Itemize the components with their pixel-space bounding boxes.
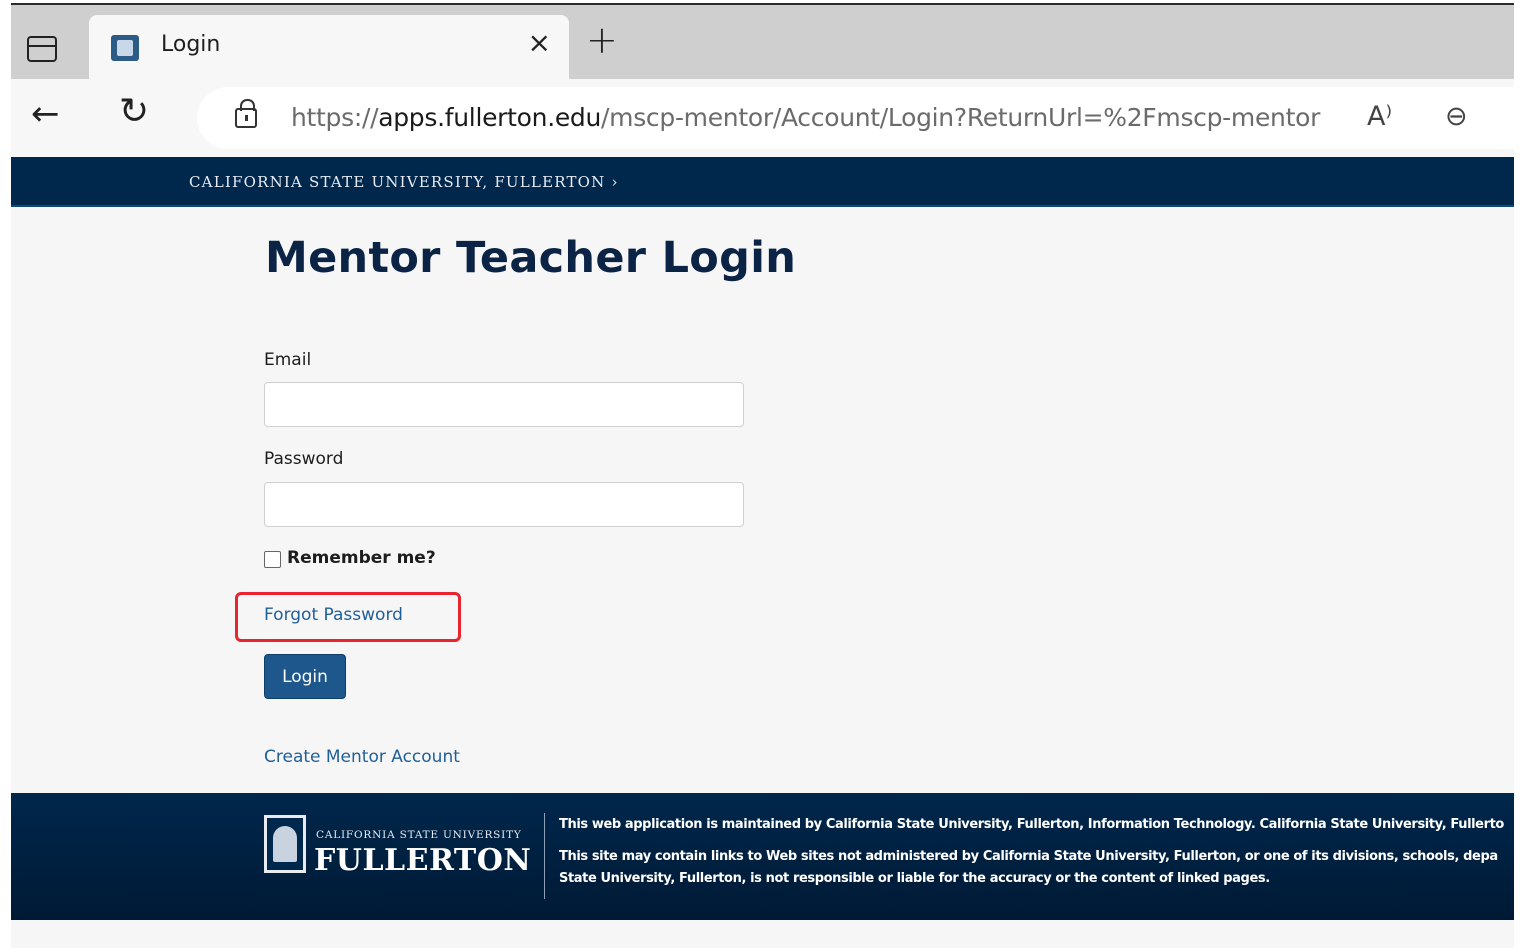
footer-disclaimer-line-1: This site may contain links to Web sites… bbox=[559, 849, 1498, 864]
remember-me-checkbox[interactable] bbox=[264, 551, 281, 568]
tab-actions-icon[interactable] bbox=[27, 36, 57, 62]
footer-logo-subtitle: CALIFORNIA STATE UNIVERSITY bbox=[316, 829, 522, 841]
navigation-bar: ← ↻ https://apps.fullerton.edu/mscp-ment… bbox=[11, 79, 1514, 157]
tab-strip: Login × + bbox=[11, 5, 1514, 79]
page-title: Mentor Teacher Login bbox=[265, 233, 797, 283]
footer-maintenance-text: This web application is maintained by Ca… bbox=[559, 817, 1504, 832]
password-label: Password bbox=[264, 449, 344, 469]
csuf-seal-icon bbox=[264, 815, 306, 873]
close-icon[interactable]: × bbox=[528, 29, 551, 57]
new-tab-icon[interactable]: + bbox=[586, 21, 618, 59]
url-path: /mscp-mentor/Account/Login?ReturnUrl=%2F… bbox=[601, 103, 1321, 132]
footer-logo-title: FULLERTON bbox=[314, 843, 532, 878]
favicon-icon bbox=[111, 35, 139, 61]
password-field[interactable] bbox=[264, 482, 744, 527]
url-scheme: https:// bbox=[291, 103, 379, 132]
remember-me-label[interactable]: Remember me? bbox=[287, 548, 436, 568]
url-text[interactable]: https://apps.fullerton.edu/mscp-mentor/A… bbox=[291, 103, 1320, 132]
back-arrow-icon[interactable]: ← bbox=[31, 97, 60, 131]
create-account-link[interactable]: Create Mentor Account bbox=[264, 747, 460, 767]
email-label: Email bbox=[264, 350, 312, 370]
forgot-password-link[interactable]: Forgot Password bbox=[264, 605, 403, 625]
login-page: Mentor Teacher Login Email Password Reme… bbox=[11, 209, 1514, 795]
university-banner: CALIFORNIA STATE UNIVERSITY, FULLERTON › bbox=[11, 157, 1514, 207]
university-home-link[interactable]: CALIFORNIA STATE UNIVERSITY, FULLERTON › bbox=[189, 173, 619, 191]
tab-title: Login bbox=[161, 32, 221, 57]
page-footer: CALIFORNIA STATE UNIVERSITY FULLERTON Th… bbox=[11, 793, 1514, 920]
login-button[interactable]: Login bbox=[264, 654, 346, 699]
tab-login[interactable]: Login × bbox=[89, 15, 569, 79]
browser-window: Login × + ← ↻ https://apps.fullerton.edu… bbox=[11, 3, 1514, 948]
url-host: apps.fullerton.edu bbox=[378, 103, 602, 132]
email-field[interactable] bbox=[264, 382, 744, 427]
address-bar[interactable]: https://apps.fullerton.edu/mscp-mentor/A… bbox=[197, 87, 1514, 149]
page-bottom bbox=[11, 920, 1514, 948]
read-aloud-icon[interactable]: A⁾ bbox=[1367, 101, 1392, 132]
footer-divider bbox=[544, 813, 545, 899]
footer-disclaimer-line-2: State University, Fullerton, is not resp… bbox=[559, 871, 1270, 886]
reload-icon[interactable]: ↻ bbox=[119, 94, 149, 130]
zoom-out-icon[interactable]: ⊖ bbox=[1445, 101, 1468, 132]
lock-icon[interactable] bbox=[235, 99, 257, 128]
